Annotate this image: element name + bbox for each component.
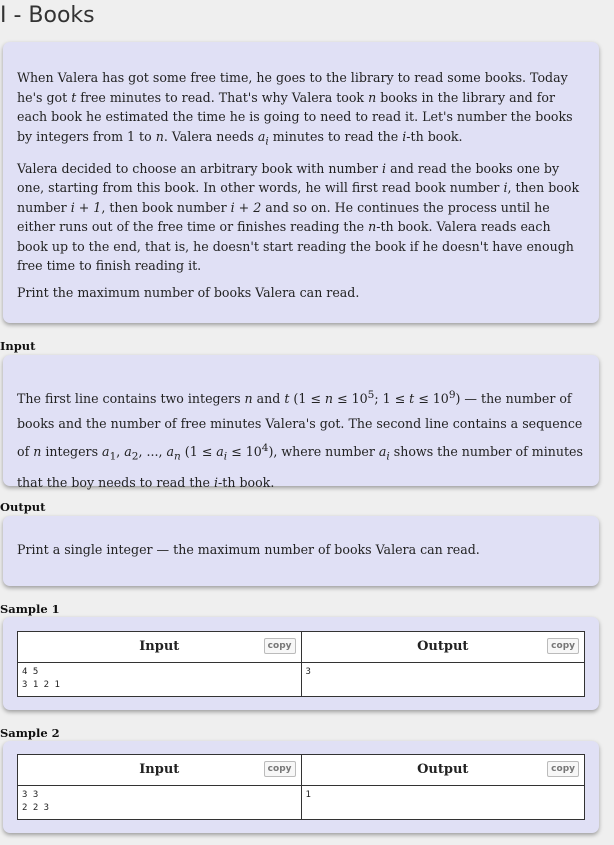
- statement-paragraph-2: Valera decided to choose an arbitrary bo…: [17, 160, 580, 274]
- copy-input-button[interactable]: copy: [263, 761, 296, 777]
- sample-1-table: Input copy Output copy 4 5 3 1 2 1 3: [17, 631, 585, 697]
- copy-input-button[interactable]: copy: [263, 638, 296, 654]
- copy-output-button[interactable]: copy: [547, 761, 579, 777]
- statement-paragraph-3: Print the maximum number of books Valera…: [17, 284, 360, 300]
- statement-paragraph-1: When Valera has got some free time, he g…: [17, 70, 573, 148]
- sample-2-input-value: 3 3 2 2 3: [17, 785, 302, 820]
- sample-1-input-header: Input copy: [17, 631, 302, 663]
- input-description: The first line contains two integers n a…: [17, 389, 583, 490]
- output-description: Print a single integer — the maximum num…: [17, 542, 480, 557]
- page-title: I - Books: [0, 3, 95, 28]
- sample-1-label: Sample 1: [0, 602, 60, 616]
- sample-2-output-header: Output copy: [300, 754, 585, 786]
- sample-2-panel: Input copy Output copy 3 3 2 2 3 1: [3, 741, 599, 833]
- sample-1-output-header: Output copy: [300, 631, 585, 663]
- output-panel: Print a single integer — the maximum num…: [3, 516, 599, 586]
- copy-output-button[interactable]: copy: [547, 638, 579, 654]
- sample-2-label: Sample 2: [0, 726, 60, 740]
- input-panel: The first line contains two integers n a…: [3, 355, 599, 490]
- sample-2-table: Input copy Output copy 3 3 2 2 3 1: [17, 754, 585, 820]
- sample-2-input-header: Input copy: [17, 754, 302, 786]
- statement-panel: When Valera has got some free time, he g…: [3, 42, 599, 323]
- output-section-label: Output: [0, 500, 46, 514]
- sample-1-input-value: 4 5 3 1 2 1: [17, 662, 302, 697]
- sample-1-output-value: 3: [300, 662, 585, 697]
- input-section-label: Input: [0, 339, 36, 353]
- sample-1-panel: Input copy Output copy 4 5 3 1 2 1 3: [3, 617, 599, 710]
- sample-2-output-value: 1: [300, 785, 585, 820]
